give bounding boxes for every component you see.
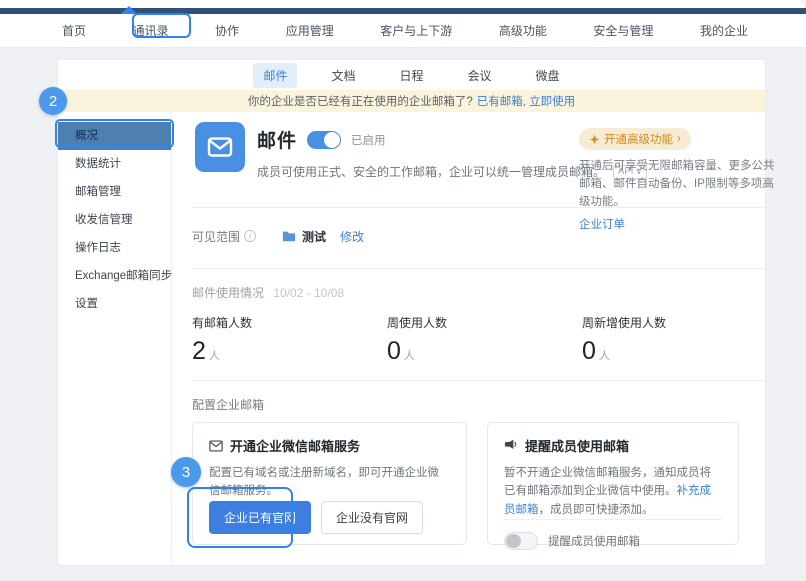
sidebar-item-statistics[interactable]: 数据统计 (58, 150, 171, 178)
nav-item-my-enterprise[interactable]: 我的企业 (700, 22, 748, 39)
activate-card-title: 开通企业微信邮箱服务 (230, 436, 360, 455)
folder-icon (282, 230, 296, 242)
tab-meeting[interactable]: 会议 (458, 63, 502, 88)
stat-unit: 人 (209, 347, 220, 363)
sidebar-item-mailbox-management[interactable]: 邮箱管理 (58, 178, 171, 206)
info-icon[interactable]: i (244, 230, 256, 242)
top-navigation: 首页 通讯录 协作 应用管理 客户与上下游 高级功能 安全与管理 我的企业 (0, 14, 806, 48)
remind-members-card: 提醒成员使用邮箱 暂不开通企业微信邮箱服务，通知成员将已有邮箱添加到企业微信中使… (487, 422, 739, 545)
sidebar-item-overview[interactable]: 概况 (58, 122, 171, 150)
sidebar-item-exchange-sync[interactable]: Exchange邮箱同步 (58, 262, 171, 290)
nav-item-app-management[interactable]: 应用管理 (286, 22, 334, 39)
has-website-button[interactable]: 企业已有官网 (209, 501, 311, 534)
banner-question: 你的企业是否已经有正在使用的企业邮箱了? (248, 93, 473, 109)
notice-banner: 你的企业是否已经有正在使用的企业邮箱了? 已有邮箱, 立即使用 (58, 90, 765, 112)
stat-label: 周使用人数 (387, 314, 582, 331)
stat-value: 0 (582, 337, 596, 366)
visibility-scope-value: 测试 (302, 228, 326, 245)
configure-section-title: 配置企业邮箱 (192, 396, 777, 413)
nav-item-advanced-features[interactable]: 高级功能 (499, 22, 547, 39)
usage-stats: 有邮箱人数 2 人 周使用人数 0 人 周新增使用人数 0 (192, 314, 777, 366)
mail-enabled-toggle[interactable] (307, 131, 341, 149)
annotation-pointer (121, 6, 137, 14)
divider (192, 380, 777, 381)
stat-value: 0 (387, 337, 401, 366)
envelope-outline-icon (209, 440, 223, 452)
usage-section-title: 邮件使用情况 (192, 286, 264, 300)
activate-card-description: 配置已有域名或注册新域名，即可开通企业微信邮箱服务。 (209, 464, 450, 501)
nav-item-contacts[interactable]: 通讯录 (133, 22, 169, 39)
sidebar-item-settings[interactable]: 设置 (58, 290, 171, 318)
upgrade-premium-button[interactable]: 开通高级功能 › (579, 128, 691, 150)
promo-description: 开通后可享受无限邮箱容量、更多公共邮箱、邮件自动备份、IP限制等多项高级功能。 (579, 158, 777, 211)
usage-date-range: 10/02 - 10/08 (273, 286, 344, 300)
promo-badge-label: 开通高级功能 (604, 131, 673, 147)
stat-value: 2 (192, 337, 206, 366)
stat-mailbox-users: 有邮箱人数 2 人 (192, 314, 387, 366)
main-panel: 邮件 文档 日程 会议 微盘 你的企业是否已经有正在使用的企业邮箱了? 已有邮箱… (58, 60, 765, 565)
tab-calendar[interactable]: 日程 (389, 63, 433, 88)
no-website-button[interactable]: 企业没有官网 (321, 501, 423, 534)
annotation-badge-3: 3 (171, 457, 201, 487)
edit-visibility-link[interactable]: 修改 (340, 228, 364, 245)
tab-drive[interactable]: 微盘 (526, 63, 570, 88)
stat-unit: 人 (404, 347, 415, 363)
megaphone-icon (504, 439, 518, 452)
stat-weekly-new-users: 周新增使用人数 0 人 (582, 314, 777, 366)
annotation-badge-2: 2 (39, 87, 67, 115)
tab-docs[interactable]: 文档 (321, 63, 365, 88)
enterprise-order-link[interactable]: 企业订单 (579, 216, 777, 232)
stat-label: 有邮箱人数 (192, 314, 387, 331)
activate-mailbox-card: 开通企业微信邮箱服务 配置已有域名或注册新域名，即可开通企业微信邮箱服务。 企业… (192, 422, 467, 545)
enabled-status: 已启用 (351, 132, 386, 148)
main-content: 邮件 已启用 成员可使用正式、安全的工作邮箱，企业可以统一管理成员邮箱。 API… (172, 112, 797, 565)
sidebar-item-send-receive[interactable]: 收发信管理 (58, 206, 171, 234)
stat-unit: 人 (599, 347, 610, 363)
visibility-label: 可见范围 (192, 228, 240, 245)
envelope-icon (195, 122, 245, 172)
mail-description: 成员可使用正式、安全的工作邮箱，企业可以统一管理成员邮箱。 (257, 163, 605, 180)
stat-weekly-users: 周使用人数 0 人 (387, 314, 582, 366)
tab-mail[interactable]: 邮件 (253, 63, 297, 88)
stat-label: 周新增使用人数 (582, 314, 777, 331)
divider (192, 268, 777, 269)
nav-item-home[interactable]: 首页 (62, 22, 86, 39)
nav-item-security-management[interactable]: 安全与管理 (593, 22, 653, 39)
nav-item-customers[interactable]: 客户与上下游 (380, 22, 452, 39)
remind-card-title: 提醒成员使用邮箱 (525, 436, 629, 455)
sparkle-icon (589, 134, 600, 145)
banner-link[interactable]: 已有邮箱, 立即使用 (477, 93, 575, 109)
remind-members-toggle[interactable] (504, 532, 538, 550)
remind-toggle-label: 提醒成员使用邮箱 (548, 533, 640, 549)
remind-card-description-tail: ，成员即可快捷添加。 (539, 504, 654, 516)
premium-promo: 开通高级功能 › 开通后可享受无限邮箱容量、更多公共邮箱、邮件自动备份、IP限制… (579, 128, 777, 232)
nav-item-collaboration[interactable]: 协作 (215, 22, 239, 39)
sidebar: 概况 数据统计 邮箱管理 收发信管理 操作日志 Exchange邮箱同步 设置 (58, 112, 172, 565)
chevron-right-icon: › (677, 133, 681, 145)
sub-tabs: 邮件 文档 日程 会议 微盘 (58, 60, 765, 90)
sidebar-item-operation-log[interactable]: 操作日志 (58, 234, 171, 262)
page-title: 邮件 (257, 126, 297, 153)
